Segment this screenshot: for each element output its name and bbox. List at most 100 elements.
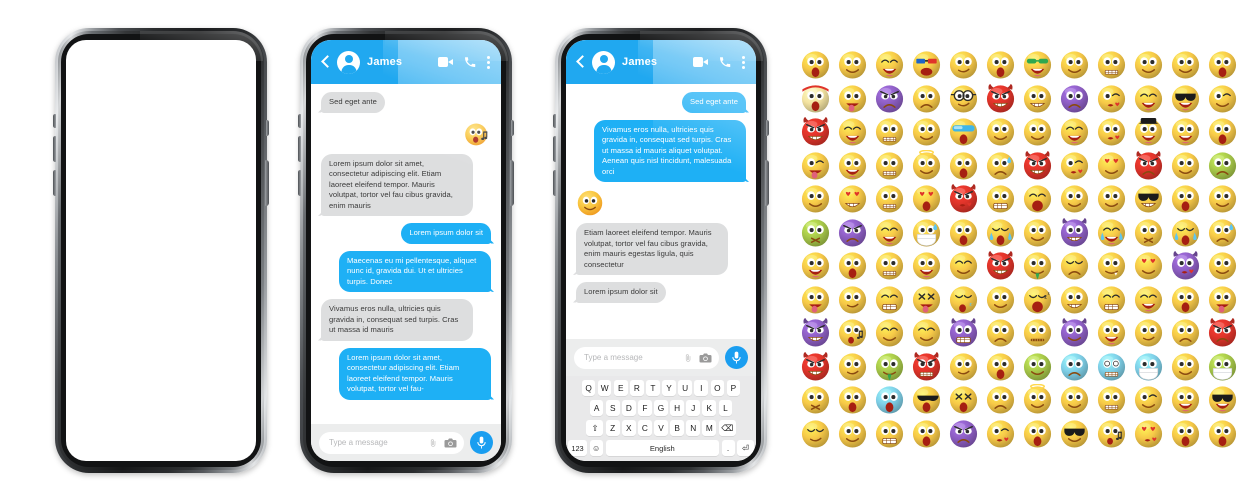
emoji-cell[interactable] [1130,350,1167,384]
emoji-cell[interactable] [982,350,1019,384]
emoji-cell[interactable] [982,82,1019,116]
key-q[interactable]: Q [581,380,596,396]
emoji-cell[interactable] [1167,216,1204,250]
key-w[interactable]: W [597,380,612,396]
emoji-cell[interactable] [1019,249,1056,283]
emoji-cell[interactable] [982,149,1019,183]
emoji-cell[interactable] [908,82,945,116]
emoji-cell[interactable] [982,216,1019,250]
emoji-cell[interactable] [834,350,871,384]
emoji-cell[interactable] [945,82,982,116]
key-s[interactable]: S [605,400,620,416]
key-t[interactable]: T [646,380,660,396]
emoji-cell[interactable] [1130,115,1167,149]
emoji-cell[interactable] [908,249,945,283]
emoji-cell[interactable] [1093,417,1130,451]
emoji-cell[interactable] [1056,82,1093,116]
emoji-cell[interactable] [908,417,945,451]
video-call-icon[interactable] [438,57,453,67]
emoji-cell[interactable] [871,182,908,216]
emoji-cell[interactable] [908,115,945,149]
key-f[interactable]: F [638,400,652,416]
emoji-cell[interactable] [871,149,908,183]
emoji-cell[interactable] [834,417,871,451]
emoji-cell[interactable] [1056,417,1093,451]
volume-down-button[interactable] [298,170,301,196]
emoji-cell[interactable] [834,48,871,82]
emoji-cell[interactable] [1167,149,1204,183]
emoji-cell[interactable] [1130,283,1167,317]
key-d[interactable]: D [622,400,636,416]
power-button[interactable] [511,120,514,136]
key-enter[interactable]: ⏎ [737,440,754,456]
emoji-cell[interactable] [1167,350,1204,384]
emoji-cell[interactable] [1130,82,1167,116]
key-o[interactable]: O [710,380,725,396]
emoji-cell[interactable] [945,115,982,149]
contact-avatar-icon[interactable] [592,50,615,74]
video-call-icon[interactable] [693,57,708,67]
back-chevron-icon[interactable] [320,55,331,70]
emoji-cell[interactable] [1019,316,1056,350]
key-e[interactable]: E [613,380,628,396]
key-r[interactable]: R [630,380,644,396]
emoji-cell[interactable] [908,48,945,82]
key-n[interactable]: N [686,420,700,436]
emoji-cell[interactable] [982,383,1019,417]
emoji-cell[interactable] [945,417,982,451]
emoji-cell[interactable] [1019,182,1056,216]
message-list[interactable]: Sed eget ante Lorem ipsum dolor sit amet… [311,84,501,424]
mute-switch[interactable] [298,114,301,128]
key-g[interactable]: G [654,400,668,416]
emoji-cell[interactable] [945,383,982,417]
emoji-cell[interactable] [1093,149,1130,183]
emoji-cell[interactable] [1019,115,1056,149]
on-screen-keyboard[interactable]: Q W E R T Y U I O P A S D F G H J K L ⇧ … [566,376,756,461]
phone-call-icon[interactable] [464,56,476,68]
mute-switch[interactable] [53,114,56,128]
emoji-cell[interactable] [1093,82,1130,116]
emoji-cell[interactable] [1093,115,1130,149]
paperclip-icon[interactable] [684,352,693,364]
emoji-cell[interactable] [1204,216,1241,250]
emoji-cell[interactable] [871,283,908,317]
volume-up-button[interactable] [298,136,301,162]
emoji-cell[interactable] [1093,182,1130,216]
emoji-cell[interactable] [797,48,834,82]
emoji-cell[interactable] [1019,417,1056,451]
emoji-cell[interactable] [1056,182,1093,216]
contact-avatar-icon[interactable] [337,50,360,74]
emoji-cell[interactable] [1056,149,1093,183]
emoji-cell[interactable] [1167,316,1204,350]
emoji-cell[interactable] [945,350,982,384]
emoji-cell[interactable] [908,283,945,317]
emoji-sticker-grid[interactable]: zzz [797,48,1241,450]
emoji-cell[interactable] [1167,249,1204,283]
camera-icon[interactable] [699,353,712,363]
emoji-cell[interactable] [871,383,908,417]
emoji-cell[interactable] [871,48,908,82]
emoji-cell[interactable] [1204,182,1241,216]
emoji-cell[interactable] [1093,350,1130,384]
emoji-cell[interactable] [1093,249,1130,283]
emoji-cell[interactable] [1056,383,1093,417]
emoji-cell[interactable] [908,350,945,384]
emoji-cell[interactable] [797,417,834,451]
emoji-cell[interactable] [1167,182,1204,216]
emoji-cell[interactable] [1056,48,1093,82]
emoji-cell[interactable] [871,249,908,283]
emoji-cell[interactable] [982,417,1019,451]
emoji-cell[interactable] [797,383,834,417]
emoji-cell[interactable] [908,383,945,417]
emoji-cell[interactable] [1056,350,1093,384]
emoji-cell[interactable] [945,316,982,350]
paperclip-icon[interactable] [429,437,438,449]
emoji-cell[interactable] [982,316,1019,350]
key-j[interactable]: J [686,400,700,416]
mute-switch[interactable] [553,114,556,128]
emoji-cell[interactable] [1093,48,1130,82]
emoji-cell[interactable] [1130,417,1167,451]
key-m[interactable]: M [702,420,717,436]
emoji-cell[interactable] [945,182,982,216]
emoji-cell[interactable] [834,249,871,283]
